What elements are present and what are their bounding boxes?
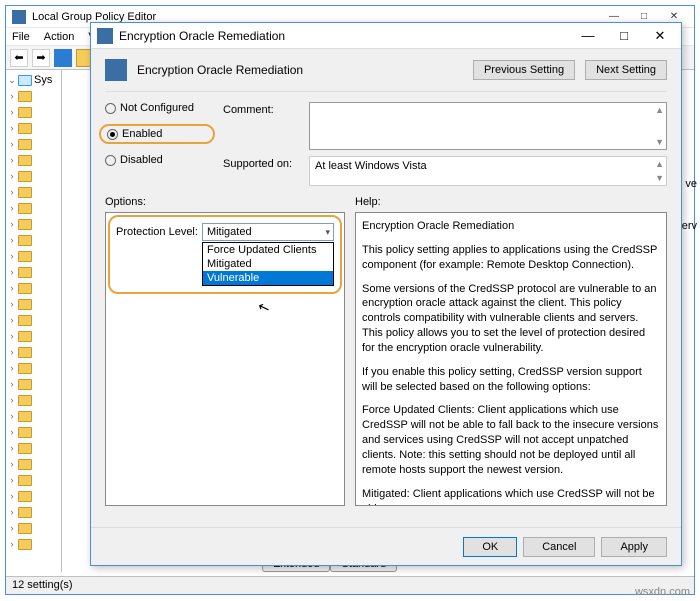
dialog-minimize-button[interactable]: — bbox=[573, 28, 603, 44]
radio-enabled[interactable]: Enabled bbox=[107, 128, 207, 140]
help-text: Some versions of the CredSSP protocol ar… bbox=[362, 282, 660, 356]
folder-icon bbox=[18, 235, 32, 246]
radio-disabled[interactable]: Disabled bbox=[105, 154, 215, 166]
apply-button[interactable]: Apply bbox=[601, 537, 667, 557]
folder-icon bbox=[18, 267, 32, 278]
folder-icon bbox=[18, 219, 32, 230]
menu-file[interactable]: File bbox=[12, 31, 30, 43]
radio-icon bbox=[107, 129, 118, 140]
help-text: Force Updated Clients: Client applicatio… bbox=[362, 403, 660, 477]
protection-level-dropdown: Force Updated Clients Mitigated Vulnerab… bbox=[202, 242, 334, 286]
folder-icon bbox=[18, 395, 32, 406]
policy-dialog: Encryption Oracle Remediation — □ ✕ Encr… bbox=[90, 22, 682, 566]
help-panel: Encryption Oracle Remediation This polic… bbox=[355, 212, 667, 506]
dialog-close-button[interactable]: ✕ bbox=[645, 28, 675, 44]
radio-label: Enabled bbox=[122, 128, 162, 140]
folder-icon bbox=[18, 523, 32, 534]
comment-input[interactable]: ▲▼ bbox=[309, 102, 667, 150]
dropdown-item-force-updated[interactable]: Force Updated Clients bbox=[203, 243, 333, 257]
dialog-maximize-button[interactable]: □ bbox=[609, 28, 639, 44]
folder-icon bbox=[18, 331, 32, 342]
radio-label: Disabled bbox=[120, 154, 163, 166]
folder-icon bbox=[18, 459, 32, 470]
folder-icon bbox=[18, 507, 32, 518]
protection-level-label: Protection Level: bbox=[116, 226, 198, 238]
dialog-icon bbox=[97, 28, 113, 44]
folder-icon bbox=[18, 171, 32, 182]
folder-icon bbox=[18, 491, 32, 502]
help-label: Help: bbox=[355, 196, 667, 208]
folder-icon bbox=[18, 187, 32, 198]
toolbar-icon[interactable] bbox=[54, 49, 72, 67]
comment-label: Comment: bbox=[223, 102, 303, 116]
folder-icon bbox=[18, 91, 32, 102]
policy-icon bbox=[105, 59, 127, 81]
back-icon[interactable]: ⬅ bbox=[10, 49, 28, 67]
scroll-down-icon[interactable]: ▼ bbox=[655, 173, 664, 183]
menu-action[interactable]: Action bbox=[44, 31, 75, 43]
dialog-titlebar: Encryption Oracle Remediation — □ ✕ bbox=[91, 23, 681, 49]
tree-pane[interactable]: ⌄Sys › › › › › › › › › › › › › › › › › ›… bbox=[6, 70, 62, 572]
folder-icon bbox=[18, 443, 32, 454]
tree-node[interactable]: Sys bbox=[34, 74, 52, 86]
folder-icon bbox=[18, 427, 32, 438]
cancel-button[interactable]: Cancel bbox=[523, 537, 595, 557]
policy-heading: Encryption Oracle Remediation bbox=[137, 63, 463, 77]
chevron-down-icon: ▾ bbox=[325, 227, 330, 238]
help-text: This policy setting applies to applicati… bbox=[362, 243, 660, 273]
next-setting-button[interactable]: Next Setting bbox=[585, 60, 667, 80]
folder-icon bbox=[18, 411, 32, 422]
supported-label: Supported on: bbox=[223, 156, 303, 170]
dialog-title-text: Encryption Oracle Remediation bbox=[119, 29, 573, 43]
ok-button[interactable]: OK bbox=[463, 537, 517, 557]
folder-icon bbox=[18, 363, 32, 374]
folder-icon bbox=[18, 107, 32, 118]
folder-icon bbox=[18, 203, 32, 214]
radio-icon bbox=[105, 103, 116, 114]
help-text: If you enable this policy setting, CredS… bbox=[362, 365, 660, 395]
supported-on-value: At least Windows Vista▲▼ bbox=[309, 156, 667, 186]
main-title-text: Local Group Policy Editor bbox=[32, 11, 600, 23]
protection-level-combobox[interactable]: Mitigated▾ bbox=[202, 223, 334, 241]
obscured-text: erv bbox=[682, 220, 697, 232]
folder-icon bbox=[18, 155, 32, 166]
folder-icon bbox=[18, 539, 32, 550]
folder-icon bbox=[18, 299, 32, 310]
scroll-up-icon[interactable]: ▲ bbox=[655, 105, 664, 115]
folder-icon bbox=[18, 347, 32, 358]
radio-icon bbox=[105, 155, 116, 166]
previous-setting-button[interactable]: Previous Setting bbox=[473, 60, 575, 80]
source-url: wsxdn.com bbox=[635, 586, 690, 598]
app-icon bbox=[12, 10, 26, 24]
folder-icon bbox=[18, 75, 32, 86]
obscured-text: ve bbox=[685, 178, 697, 190]
folder-icon bbox=[18, 123, 32, 134]
dropdown-item-mitigated[interactable]: Mitigated bbox=[203, 257, 333, 271]
radio-not-configured[interactable]: Not Configured bbox=[105, 102, 215, 114]
status-bar: 12 setting(s) bbox=[6, 576, 694, 594]
help-text: Mitigated: Client applications which use… bbox=[362, 487, 660, 506]
folder-icon bbox=[18, 475, 32, 486]
forward-icon[interactable]: ➡ bbox=[32, 49, 50, 67]
folder-icon bbox=[18, 251, 32, 262]
folder-icon bbox=[18, 139, 32, 150]
scroll-down-icon[interactable]: ▼ bbox=[655, 137, 664, 147]
options-label: Options: bbox=[105, 196, 345, 208]
folder-icon bbox=[18, 379, 32, 390]
options-panel: Protection Level: Mitigated▾ Force Updat… bbox=[105, 212, 345, 506]
radio-label: Not Configured bbox=[120, 102, 194, 114]
help-text: Encryption Oracle Remediation bbox=[362, 219, 660, 234]
dialog-footer: OK Cancel Apply bbox=[91, 527, 681, 565]
folder-icon bbox=[18, 283, 32, 294]
cursor-icon: ↖ bbox=[255, 298, 272, 318]
folder-icon bbox=[18, 315, 32, 326]
scroll-up-icon[interactable]: ▲ bbox=[655, 159, 664, 169]
dropdown-item-vulnerable[interactable]: Vulnerable bbox=[203, 271, 333, 285]
